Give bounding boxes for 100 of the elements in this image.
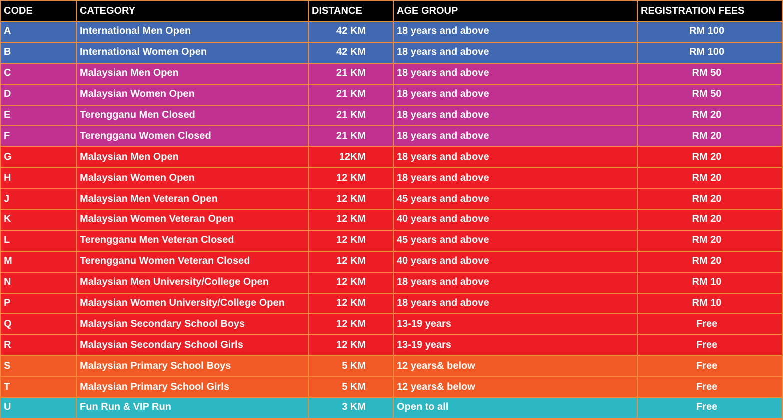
table-cell: 18 years and above (393, 84, 637, 105)
table-cell: Malaysian Primary School Boys (76, 356, 308, 376)
table-cell: 12 years& below (393, 377, 637, 398)
table-cell-text: B (3, 46, 12, 60)
table-cell: Malaysian Women Veteran Open (76, 210, 308, 230)
table-cell-text: L (3, 234, 12, 248)
table-cell: Free (637, 356, 782, 376)
table-cell: RM 50 (637, 84, 782, 105)
table-cell: Malaysian Men Veteran Open (76, 189, 308, 210)
table-cell: Malaysian Primary School Girls (76, 377, 308, 398)
table-cell: 12 KM (308, 294, 393, 314)
table-cell: Free (637, 398, 782, 418)
table-cell: RM 20 (637, 210, 782, 230)
table-cell: RM 10 (637, 272, 782, 293)
table-cell: RM 20 (637, 230, 782, 251)
table-cell: Terengganu Men Veteran Closed (76, 230, 308, 251)
table-cell-text: E (3, 109, 12, 123)
table-cell-text: G (3, 150, 13, 165)
table-cell: RM 20 (637, 106, 782, 126)
table-cell-text: A (3, 25, 12, 40)
table-cell: Terengganu Women Closed (76, 126, 308, 146)
table-cell: 18 years and above (393, 147, 637, 168)
table-cell: 12KM (308, 147, 393, 168)
table-cell: 13-19 years (393, 314, 637, 334)
column-header: DISTANCE (308, 1, 393, 21)
table-cell-text: D (3, 88, 12, 102)
table-cell: 45 years and above (393, 189, 637, 210)
table-cell: 18 years and above (393, 64, 637, 84)
table-cell: RM 20 (637, 189, 782, 210)
table-cell: 18 years and above (393, 294, 637, 314)
table-cell: Malaysian Secondary School Boys (76, 314, 308, 334)
table-cell: 45 years and above (393, 230, 637, 251)
table-cell: Malaysian Women Open (76, 84, 308, 105)
table-cell: Malaysian Men University/College Open (76, 272, 308, 293)
table-cell: Terengganu Men Closed (76, 106, 308, 126)
table-cell: 21 KM (308, 106, 393, 126)
table-cell: Malaysian Men Open (76, 64, 308, 84)
table-cell: 12 KM (308, 189, 393, 210)
table-cell: 12 KM (308, 335, 393, 356)
table-cell: 40 years and above (393, 252, 637, 272)
table-cell: 42 KM (308, 22, 393, 42)
table-cell: 40 years and above (393, 210, 637, 230)
table-cell: Malaysian Men Open (76, 147, 308, 168)
table-cell: Fun Run & VIP Run (76, 398, 308, 418)
table-cell: Malaysian Women University/College Open (76, 294, 308, 314)
table-cell: 5 KM (308, 377, 393, 398)
table-cell-text: S (3, 360, 12, 374)
table-cell: 12 years& below (393, 356, 637, 376)
table-cell: Malaysian Women Open (76, 168, 308, 188)
table-cell: 12 KM (308, 314, 393, 334)
table-cell: Free (637, 314, 782, 334)
column-header: CATEGORY (76, 1, 308, 21)
table-cell-text: Q (3, 318, 13, 332)
table-cell: 3 KM (308, 398, 393, 418)
column-header: CODE (3, 4, 34, 18)
table-cell: Free (637, 335, 782, 356)
table-cell: 5 KM (308, 356, 393, 376)
table-cell: 12 KM (308, 230, 393, 251)
table-cell-text: P (3, 297, 12, 312)
table-cell-text: R (3, 338, 12, 353)
table-cell: RM 20 (637, 168, 782, 188)
table-cell: International Men Open (76, 22, 308, 42)
column-header: REGISTRATION FEES (637, 1, 782, 21)
table-cell-text: N (3, 276, 12, 290)
table-cell: 12 KM (308, 210, 393, 230)
column-header: AGE GROUP (393, 1, 637, 21)
table-cell: RM 20 (637, 147, 782, 168)
table-cell: 12 KM (308, 272, 393, 293)
table-cell-text: J (3, 192, 11, 207)
table-cell: 13-19 years (393, 335, 637, 356)
table-cell: Malaysian Secondary School Girls (76, 335, 308, 356)
table-cell-text: M (3, 255, 14, 270)
table-cell: 12 KM (308, 168, 393, 188)
table-cell: 21 KM (308, 64, 393, 84)
table-cell: 18 years and above (393, 168, 637, 188)
table-cell: RM 50 (637, 64, 782, 84)
table-cell: 18 years and above (393, 42, 637, 63)
table-cell-text: C (3, 67, 12, 82)
table-cell-text: U (3, 401, 12, 416)
table-cell: RM 20 (637, 126, 782, 146)
table-cell-text: K (3, 213, 12, 228)
table-cell: International Women Open (76, 42, 308, 63)
table-cell-text: F (3, 130, 12, 144)
table-cell: Free (637, 377, 782, 398)
table-cell: RM 100 (637, 42, 782, 63)
table-cell-text: T (3, 380, 12, 395)
table-cell: RM 20 (637, 252, 782, 272)
table-cell: 21 KM (308, 84, 393, 105)
table-cell: 18 years and above (393, 22, 637, 42)
table-cell: 18 years and above (393, 272, 637, 293)
table-cell: 12 KM (308, 252, 393, 272)
table-cell: Terengganu Women Veteran Closed (76, 252, 308, 272)
table-cell: Open to all (393, 398, 637, 418)
table-cell: 21 KM (308, 126, 393, 146)
table-cell: RM 10 (637, 294, 782, 314)
table-cell: 18 years and above (393, 126, 637, 146)
table-cell-text: H (3, 172, 12, 186)
table-cell: RM 100 (637, 22, 782, 42)
table-cell: 42 KM (308, 42, 393, 63)
table-cell: 18 years and above (393, 106, 637, 126)
